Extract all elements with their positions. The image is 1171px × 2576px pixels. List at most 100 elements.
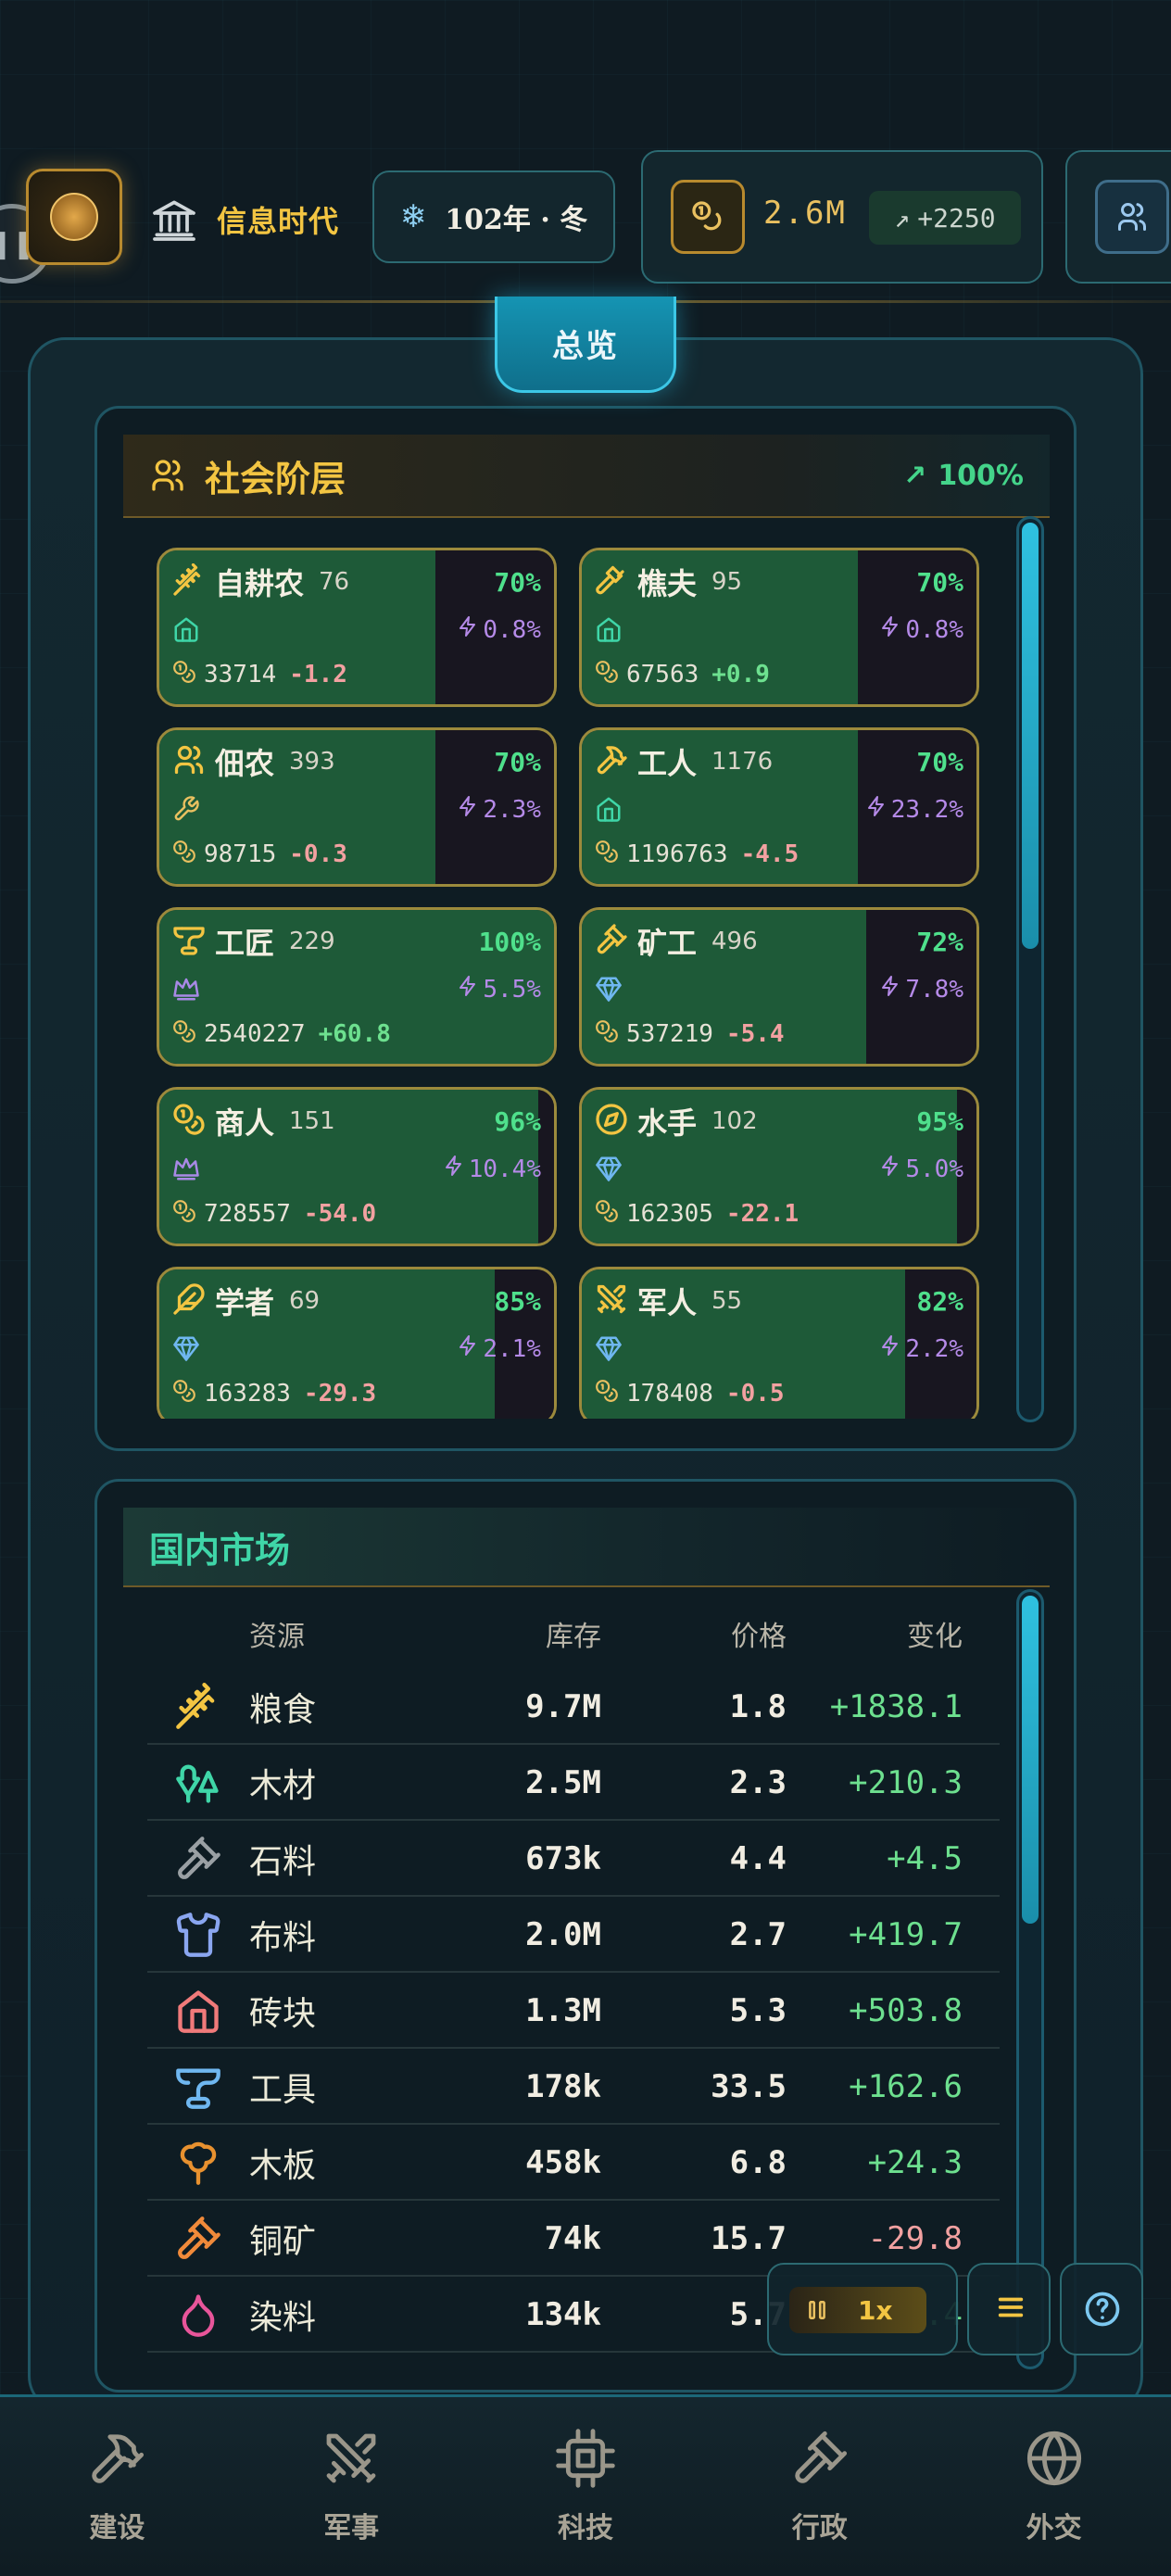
market-row[interactable]: 工具 178k 33.5 +162.6 — [147, 2051, 1000, 2125]
class-influence: 0.8% — [457, 615, 541, 644]
class-count: 1176 — [711, 748, 774, 776]
market-row[interactable]: 木板 458k 6.8 +24.3 — [147, 2127, 1000, 2201]
strata-scroll-thumb[interactable] — [1022, 523, 1039, 949]
class-happiness: 70% — [494, 747, 541, 777]
class-card[interactable]: 佃农 393 70% 2.3% 98715 -0.3 — [157, 727, 557, 887]
date-display[interactable]: ❄ 102年 · 冬 — [372, 170, 615, 263]
lightning-icon — [879, 1334, 901, 1363]
lightning-icon — [879, 615, 901, 644]
market-row[interactable]: 粮食 9.7M 1.8 +1838.1 — [147, 1671, 1000, 1745]
lightning-icon — [879, 975, 901, 1004]
hammer-icon — [595, 743, 628, 780]
anvil-icon — [147, 2063, 249, 2111]
nav-item[interactable]: 建设 — [33, 2429, 200, 2545]
speed-control[interactable]: 1x — [767, 2263, 958, 2355]
class-card[interactable]: 自耕农 76 70% 0.8% 33714 -1.2 — [157, 548, 557, 707]
nav-item[interactable]: 军事 — [268, 2429, 434, 2545]
class-count: 76 — [319, 568, 350, 596]
market-scroll-thumb[interactable] — [1022, 1596, 1039, 1924]
tab-overview[interactable]: 总览 — [495, 297, 676, 393]
class-count: 102 — [711, 1107, 758, 1135]
gavel-icon — [790, 2429, 850, 2492]
tools-icon — [172, 795, 202, 825]
nav-item[interactable]: 科技 — [502, 2428, 669, 2545]
market-scrollbar[interactable] — [1016, 1589, 1044, 2369]
market-row[interactable]: 砖块 1.3M 5.3 +503.8 — [147, 1975, 1000, 2049]
class-name: 樵夫 — [637, 566, 698, 601]
nation-emblem-button[interactable] — [26, 169, 122, 265]
resource-price: 5.3 — [729, 1992, 787, 2029]
market-row[interactable]: 木材 2.5M 2.3 +210.3 — [147, 1747, 1000, 1821]
swords-icon — [595, 1282, 628, 1320]
class-count: 95 — [711, 568, 743, 596]
strata-scrollbar[interactable] — [1016, 516, 1044, 1422]
overall-approval-value: 100% — [938, 459, 1024, 492]
class-title: 樵夫 95 — [595, 563, 743, 601]
resource-change: +24.3 — [867, 2144, 963, 2181]
resource-name: 染料 — [249, 2299, 317, 2337]
class-influence: 2.1% — [457, 1334, 541, 1363]
class-title: 商人 151 — [172, 1103, 335, 1141]
house-icon — [147, 1987, 249, 2035]
coins-icon — [595, 1199, 619, 1230]
resource-price: 33.5 — [711, 2068, 787, 2105]
population-button[interactable] — [1095, 180, 1169, 254]
class-name: 佃农 — [215, 746, 275, 781]
overall-approval: ↗ 100% — [903, 460, 1024, 492]
class-influence-value: 0.8% — [905, 615, 963, 644]
pause-icon[interactable] — [789, 2298, 845, 2322]
museum-icon — [153, 200, 195, 241]
class-card[interactable]: 商人 151 96% 10.4% 728557 -54.0 — [157, 1087, 557, 1246]
menu-button[interactable] — [967, 2263, 1051, 2355]
class-card[interactable]: 矿工 496 72% 7.8% 537219 -5.4 — [579, 907, 979, 1067]
nav-label: 外交 — [1026, 2511, 1082, 2544]
class-wealth-value: 33714 — [204, 661, 277, 688]
coins-icon — [595, 840, 619, 870]
users-icon — [172, 743, 206, 780]
resource-price: 5.7 — [729, 2296, 787, 2333]
class-name: 自耕农 — [215, 566, 305, 601]
coins-icon — [172, 1019, 196, 1050]
help-button[interactable] — [1060, 2263, 1143, 2355]
class-influence-value: 5.5% — [483, 975, 541, 1004]
speed-toggle[interactable]: 1x — [789, 2287, 926, 2333]
users-icon — [152, 460, 183, 491]
house-icon — [595, 615, 624, 645]
help-icon — [1082, 2289, 1123, 2333]
header-resource: 资源 — [249, 1621, 305, 1653]
class-title: 军人 55 — [595, 1282, 742, 1320]
nav-item[interactable]: 外交 — [971, 2429, 1138, 2545]
market-row[interactable]: 石料 673k 4.4 +4.5 — [147, 1823, 1000, 1897]
axe-icon — [595, 563, 628, 600]
top-bar: ❚❚ 信息时代 ❄ 102年 · 冬 2.6M ↗ +2250 — [0, 130, 1171, 306]
class-card[interactable]: 军人 55 82% 2.2% 178408 -0.5 — [579, 1267, 979, 1419]
class-wealth-value: 163283 — [204, 1380, 291, 1408]
resource-name: 铜矿 — [249, 2223, 317, 2261]
tree-icon — [147, 2139, 249, 2187]
coins-icon — [172, 1103, 206, 1140]
class-count: 229 — [289, 928, 335, 955]
class-card[interactable]: 水手 102 95% 5.0% 162305 -22.1 — [579, 1087, 979, 1246]
chip-icon — [556, 2428, 615, 2492]
treasury-value: 2.6M — [763, 195, 847, 232]
treasury-panel[interactable]: 2.6M ↗ +2250 — [641, 150, 1043, 284]
class-wealth: 33714 -1.2 — [172, 658, 347, 691]
coins-button[interactable] — [671, 180, 745, 254]
class-influence: 0.8% — [879, 615, 963, 644]
class-card[interactable]: 樵夫 95 70% 0.8% 67563 +0.9 — [579, 548, 979, 707]
population-panel[interactable] — [1065, 150, 1171, 284]
resource-name: 工具 — [249, 2071, 317, 2109]
lightning-icon — [457, 615, 479, 644]
resource-change: +210.3 — [849, 1764, 963, 1801]
class-influence: 7.8% — [879, 975, 963, 1004]
class-wealth-value: 1196763 — [626, 840, 728, 868]
nav-item[interactable]: 行政 — [737, 2429, 903, 2545]
era-indicator[interactable]: 信息时代 — [148, 187, 339, 252]
class-card[interactable]: 学者 69 85% 2.1% 163283 -29.3 — [157, 1267, 557, 1419]
resource-stock: 2.5M — [525, 1764, 601, 1801]
coins-icon — [172, 660, 196, 690]
market-row[interactable]: 布料 2.0M 2.7 +419.7 — [147, 1899, 1000, 1973]
class-card[interactable]: 工人 1176 70% 23.2% 1196763 -4.5 — [579, 727, 979, 887]
class-card[interactable]: 工匠 229 100% 5.5% 2540227 +60.8 — [157, 907, 557, 1067]
resource-stock: 2.0M — [525, 1916, 601, 1953]
